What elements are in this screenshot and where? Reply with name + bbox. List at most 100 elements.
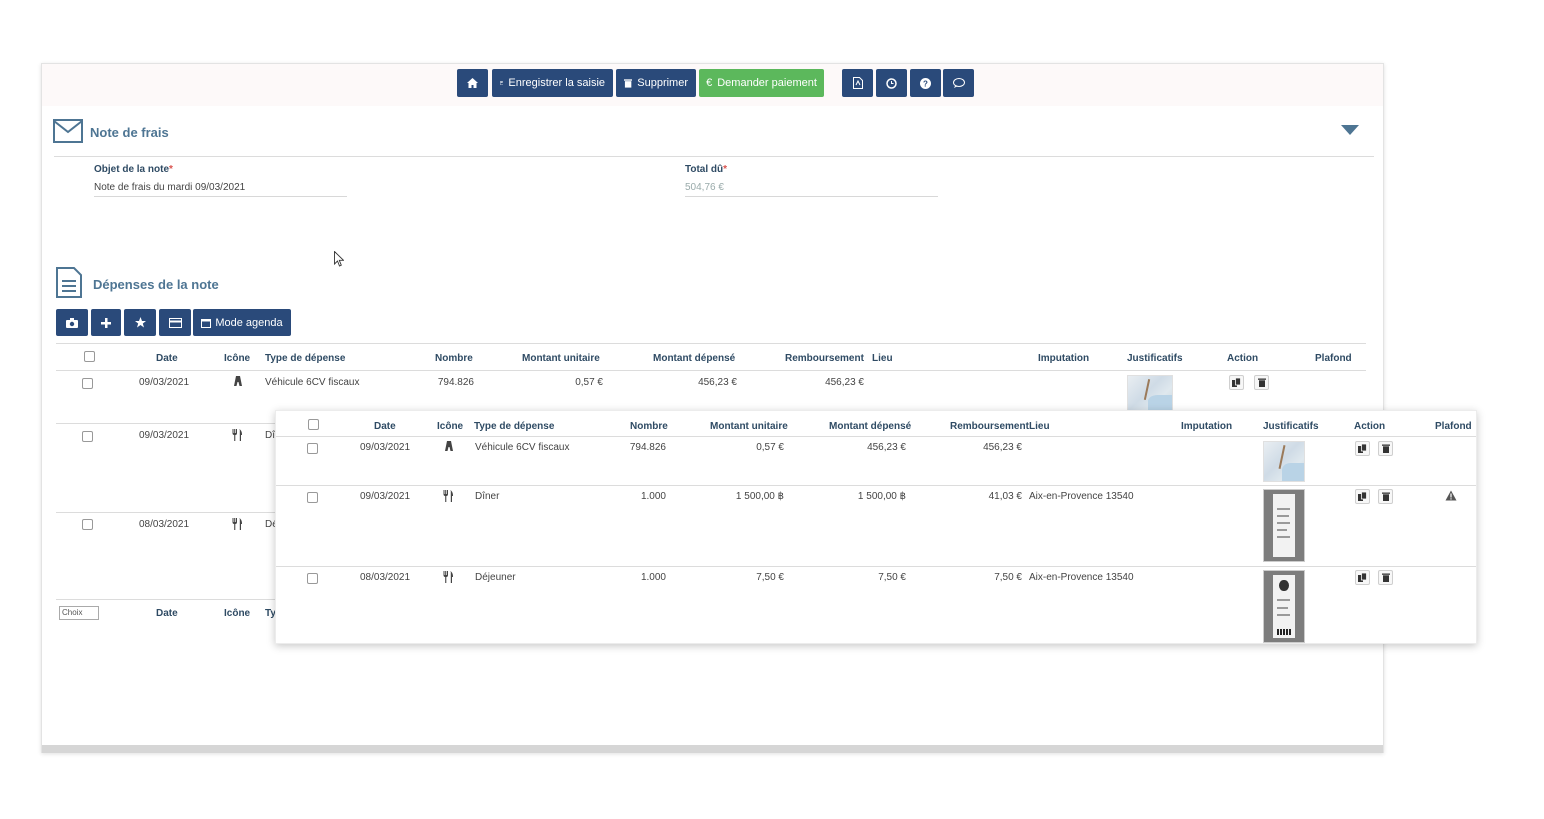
favorite-button[interactable]: [124, 309, 156, 336]
col-depense: Montant dépensé: [829, 421, 912, 432]
object-label: Objet de la note*: [94, 164, 173, 175]
delete-row-button[interactable]: [1378, 570, 1393, 585]
clock-icon: [886, 77, 897, 89]
delete-row-button[interactable]: [1254, 375, 1269, 390]
camera-icon: [66, 317, 78, 328]
row-depense: 456,23 €: [698, 377, 737, 388]
copy-icon: [1232, 378, 1241, 387]
save-button[interactable]: Enregistrer la saisie: [492, 69, 613, 97]
table-top-line: [56, 343, 1366, 344]
footer-col-icon: Icône: [224, 608, 251, 619]
col-date: Date: [374, 421, 396, 432]
delete-row-button[interactable]: [1378, 441, 1393, 456]
collapse-chevron-icon[interactable]: [1341, 125, 1359, 136]
choix-select[interactable]: Choix: [59, 606, 99, 620]
col-unitaire: Montant unitaire: [522, 353, 600, 364]
note-section-title: Note de frais: [90, 125, 169, 140]
row-nombre: 794.826: [629, 442, 666, 453]
col-type: Type de dépense: [474, 421, 555, 432]
warning-icon: [1445, 490, 1457, 501]
history-button[interactable]: [876, 69, 907, 97]
row-line: [276, 485, 1476, 486]
col-justif: Justificatifs: [1263, 421, 1319, 432]
copy-icon: [1358, 444, 1367, 453]
col-icon: Icône: [224, 353, 251, 364]
add-expense-button[interactable]: [91, 309, 121, 336]
copy-button[interactable]: [1355, 489, 1370, 504]
copy-button[interactable]: [1229, 375, 1244, 390]
svg-text:?: ?: [923, 79, 928, 88]
receipt-thumbnail[interactable]: [1263, 570, 1305, 643]
euro-icon: €: [706, 77, 713, 89]
help-button[interactable]: ?: [910, 69, 941, 97]
row-checkbox[interactable]: [82, 519, 93, 530]
row-remb: 41,03 €: [988, 491, 1022, 502]
col-unitaire: Montant unitaire: [710, 421, 788, 432]
comment-button[interactable]: [943, 69, 974, 97]
mouse-cursor-icon: [334, 251, 344, 267]
col-lieu: Lieu: [1029, 421, 1050, 432]
col-action: Action: [1354, 421, 1386, 432]
row-checkbox[interactable]: [307, 573, 318, 584]
home-button[interactable]: [457, 69, 488, 97]
col-date: Date: [156, 353, 178, 364]
row-checkbox[interactable]: [82, 378, 93, 389]
pdf-button[interactable]: [842, 69, 873, 97]
delete-button-label: Supprimer: [637, 77, 688, 89]
row-unitaire: 1 500,00 ฿: [735, 491, 784, 502]
select-all-checkbox[interactable]: [84, 351, 95, 362]
request-payment-button[interactable]: € Demander paiement: [699, 69, 824, 97]
object-input[interactable]: Note de frais du mardi 09/03/2021: [94, 182, 347, 197]
delete-button[interactable]: Supprimer: [616, 69, 696, 97]
col-remb: Remboursement: [950, 421, 1029, 432]
cutlery-icon: [232, 518, 242, 530]
receipt-thumbnail[interactable]: [1263, 489, 1305, 562]
envelope-icon: [53, 119, 83, 143]
footer-col-date: Date: [156, 608, 178, 619]
row-checkbox[interactable]: [307, 443, 318, 454]
col-nombre: Nombre: [435, 353, 473, 364]
row-depense: 7,50 €: [878, 572, 906, 583]
copy-icon: [1358, 573, 1367, 582]
cutlery-icon: [443, 571, 453, 583]
row-depense: 1 500,00 ฿: [857, 491, 906, 502]
row-checkbox[interactable]: [307, 492, 318, 503]
cutlery-icon: [232, 429, 242, 441]
card-button[interactable]: [159, 309, 191, 336]
copy-button[interactable]: [1355, 570, 1370, 585]
row-date: 09/03/2021: [360, 491, 411, 502]
copy-icon: [1358, 492, 1367, 501]
row-unitaire: 7,50 €: [756, 572, 784, 583]
row-date: 09/03/2021: [139, 377, 190, 388]
col-icon: Icône: [437, 421, 464, 432]
section-divider: [54, 156, 1374, 157]
row-line: [276, 566, 1476, 567]
select-all-checkbox[interactable]: [308, 419, 319, 430]
row-date: 09/03/2021: [139, 430, 190, 441]
col-depense: Montant dépensé: [653, 353, 736, 364]
row-type: Dîner: [475, 491, 500, 502]
window-bottom-scrollbar: [42, 745, 1383, 753]
credit-card-icon: [168, 317, 182, 328]
row-remb: 456,23 €: [983, 442, 1022, 453]
comment-icon: [952, 78, 965, 88]
row-checkbox[interactable]: [82, 431, 93, 442]
row-line: [56, 512, 286, 513]
receipt-thumbnail[interactable]: [1263, 441, 1305, 482]
copy-button[interactable]: [1355, 441, 1370, 456]
expenses-section-title: Dépenses de la note: [93, 277, 219, 292]
row-depense: 456,23 €: [867, 442, 906, 453]
row-type: Véhicule 6CV fiscaux: [265, 377, 360, 388]
agenda-mode-label: Mode agenda: [215, 316, 283, 329]
save-button-label: Enregistrer la saisie: [508, 77, 605, 89]
receipt-thumbnail[interactable]: [1127, 375, 1173, 411]
photo-button[interactable]: [56, 309, 88, 336]
col-action: Action: [1227, 353, 1259, 364]
plus-icon: [101, 317, 111, 328]
row-line: [56, 423, 286, 424]
pdf-icon: [852, 77, 863, 89]
row-date: 08/03/2021: [360, 572, 411, 583]
agenda-mode-button[interactable]: Mode agenda: [193, 309, 291, 336]
col-remb: Remboursement: [785, 353, 864, 364]
delete-row-button[interactable]: [1378, 489, 1393, 504]
